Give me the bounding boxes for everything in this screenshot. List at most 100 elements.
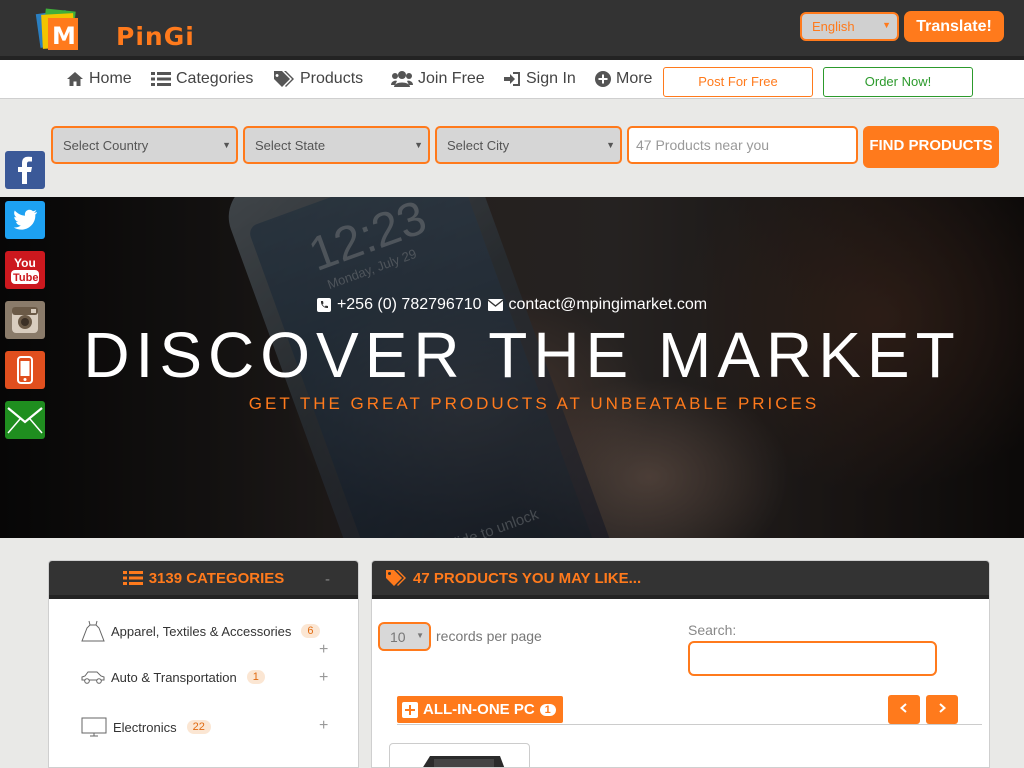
nav-more[interactable]: More [595, 70, 652, 88]
category-item[interactable]: Auto & Transportation 1 [81, 669, 265, 685]
records-per-page-select[interactable]: 10 ▼ [378, 622, 431, 651]
collapse-button[interactable]: - [325, 571, 330, 588]
monitor-icon [81, 717, 107, 737]
category-expand-button[interactable]: + [319, 717, 328, 735]
product-group-divider [397, 724, 982, 725]
youtube-icon: You Tube [11, 256, 39, 284]
category-item[interactable]: Apparel, Textiles & Accessories 6 [81, 620, 320, 642]
users-icon [391, 71, 413, 87]
categories-title: 3139 CATEGORIES [148, 569, 285, 587]
categories-panel-header[interactable]: 3139 CATEGORIES - [49, 561, 358, 599]
tags-icon [274, 71, 294, 87]
hero-contact: +256 (0) 782796710 contact@mpingimarket.… [0, 296, 1024, 314]
previous-button[interactable] [888, 695, 920, 724]
svg-text:M: M [52, 22, 76, 50]
category-count-badge: 6 [301, 624, 320, 638]
nav-categories[interactable]: Categories [151, 70, 253, 88]
city-select-label: Select City [447, 138, 510, 153]
category-count-badge: 22 [186, 720, 211, 734]
phone-icon [17, 356, 33, 384]
product-image [423, 756, 505, 767]
youtube-link[interactable]: You Tube [5, 251, 45, 289]
location-search-bar: Select Country ▼ Select State ▼ Select C… [0, 100, 1024, 197]
category-item[interactable]: Electronics 22 [81, 717, 211, 737]
email-icon [7, 407, 43, 434]
records-per-page-value: 10 [390, 629, 406, 645]
svg-text:Tube: Tube [13, 272, 38, 284]
svg-text:You: You [14, 256, 36, 270]
city-select[interactable]: Select City ▼ [435, 126, 622, 164]
chevron-down-icon: ▼ [222, 140, 231, 150]
chevron-down-icon: ▼ [416, 631, 424, 640]
products-search-input[interactable]: 47 Products near you [627, 126, 858, 164]
phone-square-icon [316, 298, 331, 312]
hero-banner: 12:23 Monday, July 29 slide to unlock +2… [0, 197, 1024, 538]
top-bar: M PinGi English ▼ Translate! [0, 0, 1024, 56]
category-expand-button[interactable]: + [319, 641, 328, 659]
category-count-badge: 1 [246, 670, 265, 684]
chevron-left-icon [899, 703, 907, 713]
sign-in-icon [504, 72, 520, 86]
country-select-label: Select Country [63, 138, 149, 153]
products-title: 47 PRODUCTS YOU MAY LIKE... [413, 569, 642, 587]
twitter-link[interactable] [5, 201, 45, 239]
category-label: Apparel, Textiles & Accessories [111, 623, 292, 639]
logo-icon: M [35, 8, 78, 50]
country-select[interactable]: Select Country ▼ [51, 126, 238, 164]
car-icon [81, 671, 105, 684]
nav-products-label: Products [300, 70, 364, 87]
language-select[interactable]: English ▼ [800, 12, 899, 41]
hero-email[interactable]: contact@mpingimarket.com [509, 296, 708, 314]
nav-home-label: Home [89, 70, 132, 87]
category-expand-button[interactable]: + [319, 669, 328, 687]
hero-subtitle: GET THE GREAT PRODUCTS AT UNBEATABLE PRI… [248, 394, 820, 413]
chevron-down-icon: ▼ [414, 140, 423, 150]
instagram-icon [12, 307, 38, 333]
order-now-button[interactable]: Order Now! [823, 67, 973, 97]
envelope-icon [487, 299, 503, 311]
chevron-right-icon [939, 703, 947, 713]
phone-link[interactable] [5, 351, 45, 389]
hero-title: DISCOVER THE MARKET [83, 319, 961, 391]
nav-join-free-label: Join Free [418, 70, 485, 87]
main-nav: Home Categories Products Join Free Sign … [0, 60, 1024, 99]
plus-square-icon [402, 701, 418, 718]
post-for-free-button[interactable]: Post For Free [663, 67, 813, 97]
search-label: Search: [688, 622, 737, 638]
next-button[interactable] [926, 695, 958, 724]
product-group-label: ALL-IN-ONE PC [423, 701, 535, 718]
logo-text: PinGi [116, 22, 195, 51]
records-per-page-label: records per page [436, 628, 542, 644]
products-panel-header: 47 PRODUCTS YOU MAY LIKE... [372, 561, 989, 599]
chevron-down-icon: ▼ [606, 140, 615, 150]
language-selected: English [812, 19, 855, 34]
nav-join-free[interactable]: Join Free [391, 70, 485, 88]
dress-icon [81, 620, 105, 642]
nav-categories-label: Categories [176, 70, 254, 87]
product-thumbnail[interactable] [389, 743, 530, 767]
plus-circle-icon [595, 71, 611, 87]
category-label: Electronics [113, 719, 177, 735]
state-select[interactable]: Select State ▼ [243, 126, 430, 164]
hero-phone-number[interactable]: +256 (0) 782796710 [337, 296, 482, 314]
categories-panel: 3139 CATEGORIES - Apparel, Textiles & Ac… [48, 560, 359, 768]
instagram-link[interactable] [5, 301, 45, 339]
state-select-label: Select State [255, 138, 326, 153]
chevron-down-icon: ▼ [882, 20, 891, 30]
logo[interactable]: M PinGi [34, 6, 194, 52]
product-group-count: 1 [539, 703, 556, 716]
category-label: Auto & Transportation [111, 669, 237, 685]
nav-products[interactable]: Products [273, 70, 363, 88]
translate-button[interactable]: Translate! [904, 11, 1004, 42]
email-link[interactable] [5, 401, 45, 439]
nav-home[interactable]: Home [66, 70, 132, 88]
facebook-link[interactable] [5, 151, 45, 189]
products-panel: 47 PRODUCTS YOU MAY LIKE... 10 ▼ records… [371, 560, 990, 768]
find-products-button[interactable]: FIND PRODUCTS [863, 126, 999, 168]
products-table-search-input[interactable] [688, 641, 937, 676]
product-group-toggle[interactable]: ALL-IN-ONE PC 1 [397, 696, 563, 723]
home-icon [67, 72, 83, 86]
tags-icon [386, 570, 406, 586]
nav-sign-in[interactable]: Sign In [503, 70, 576, 88]
nav-sign-in-label: Sign In [526, 70, 576, 87]
